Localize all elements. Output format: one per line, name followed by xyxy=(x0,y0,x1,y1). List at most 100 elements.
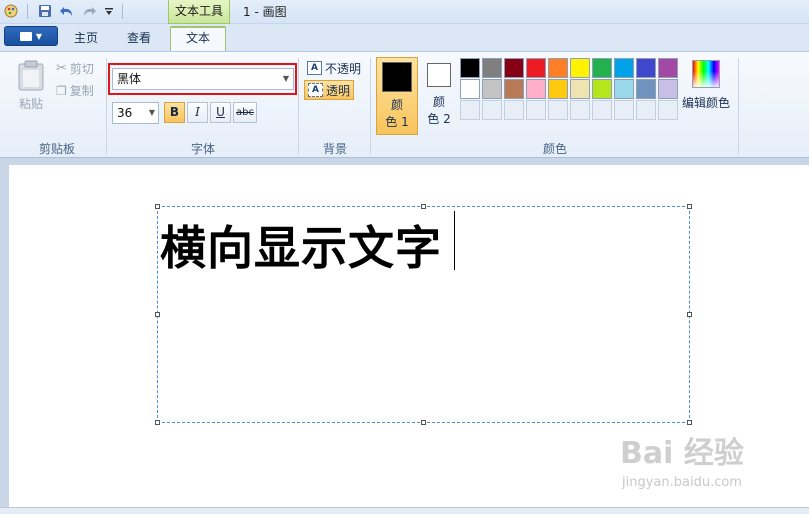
resize-handle-w[interactable] xyxy=(155,312,160,317)
save-icon[interactable] xyxy=(37,3,53,19)
palette-swatch-empty[interactable] xyxy=(570,100,590,120)
copy-icon: ❐ xyxy=(56,83,67,98)
clipboard-icon xyxy=(18,60,44,91)
color-palette xyxy=(460,58,679,120)
palette-swatch-empty[interactable] xyxy=(614,100,634,120)
chevron-down-icon: ▼ xyxy=(148,108,155,117)
color-2-button[interactable]: 颜 色 2 xyxy=(418,57,460,135)
palette-swatch[interactable] xyxy=(658,79,678,99)
resize-handle-sw[interactable] xyxy=(155,420,160,425)
palette-swatch[interactable] xyxy=(636,79,656,99)
palette-swatch[interactable] xyxy=(526,79,546,99)
color-2-swatch xyxy=(427,63,451,87)
palette-swatch-empty[interactable] xyxy=(504,100,524,120)
redo-icon[interactable] xyxy=(81,3,97,19)
palette-swatch-empty[interactable] xyxy=(636,100,656,120)
quick-access-dropdown-icon[interactable] xyxy=(101,3,117,19)
tab-view[interactable]: 查看 xyxy=(114,26,164,51)
palette-swatch[interactable] xyxy=(526,58,546,78)
palette-swatch[interactable] xyxy=(592,58,612,78)
palette-swatch-empty[interactable] xyxy=(526,100,546,120)
document-icon xyxy=(19,31,32,41)
window-title: 1 - 画图 xyxy=(243,5,287,19)
palette-swatch[interactable] xyxy=(614,58,634,78)
opaque-button[interactable]: A 不透明 xyxy=(304,58,364,78)
resize-handle-se[interactable] xyxy=(687,420,692,425)
palette-swatch[interactable] xyxy=(548,58,568,78)
title-bar: 文本工具 1 - 画图 xyxy=(0,0,809,24)
strikethrough-button[interactable]: abc xyxy=(233,102,257,123)
colors-group-label: 颜色 xyxy=(542,142,567,156)
transparent-button[interactable]: A 透明 xyxy=(304,80,355,100)
palette-swatch-empty[interactable] xyxy=(658,100,678,120)
chevron-down-icon: ▼ xyxy=(282,74,289,83)
palette-swatch[interactable] xyxy=(482,79,502,99)
resize-handle-nw[interactable] xyxy=(155,204,160,209)
color-1-swatch xyxy=(382,62,412,92)
transparent-background-icon: A xyxy=(308,83,323,97)
palette-swatch[interactable] xyxy=(658,58,678,78)
resize-handle-n[interactable] xyxy=(421,204,426,209)
font-family-select[interactable]: 黑体 ▼ xyxy=(112,68,294,90)
paint-app-icon[interactable] xyxy=(3,3,19,19)
resize-handle-s[interactable] xyxy=(421,420,426,425)
palette-swatch-empty[interactable] xyxy=(548,100,568,120)
ribbon-tab-row: ▼ 主页 查看 文本 xyxy=(0,24,809,51)
clipboard-group-label: 剪贴板 xyxy=(38,142,75,156)
canvas-text[interactable]: 横向显示文字 xyxy=(160,212,442,278)
palette-swatch[interactable] xyxy=(592,79,612,99)
chevron-down-icon: ▼ xyxy=(35,31,43,41)
copy-label: 复制 xyxy=(69,84,94,98)
palette-swatch-empty[interactable] xyxy=(482,100,502,120)
copy-button[interactable]: ❐ 复制 xyxy=(56,82,94,99)
opaque-label: 不透明 xyxy=(325,61,362,76)
cut-button[interactable]: ✂ 剪切 xyxy=(56,60,94,77)
tab-text[interactable]: 文本 xyxy=(170,26,226,51)
opaque-background-icon: A xyxy=(307,61,322,75)
text-tools-context-label: 文本工具 xyxy=(168,0,230,24)
resize-handle-e[interactable] xyxy=(687,312,692,317)
font-group-label: 字体 xyxy=(190,142,215,156)
palette-swatch-empty[interactable] xyxy=(460,100,480,120)
color-spectrum-icon xyxy=(692,60,720,88)
watermark-brand: Bai 经验 xyxy=(620,436,744,471)
palette-swatch[interactable] xyxy=(460,79,480,99)
color-2-label-b: 色 2 xyxy=(427,112,451,126)
paste-button[interactable]: 粘贴 xyxy=(16,60,46,112)
undo-icon[interactable] xyxy=(59,3,75,19)
palette-swatch[interactable] xyxy=(570,58,590,78)
color-1-button[interactable]: 颜 色 1 xyxy=(376,57,418,135)
background-group-label: 背景 xyxy=(322,142,347,156)
font-family-value: 黑体 xyxy=(117,72,142,86)
palette-swatch[interactable] xyxy=(504,58,524,78)
underline-button[interactable]: U xyxy=(210,102,231,123)
paste-label: 粘贴 xyxy=(18,97,43,111)
palette-swatch[interactable] xyxy=(460,58,480,78)
tab-home[interactable]: 主页 xyxy=(62,26,110,51)
scissors-icon: ✂ xyxy=(56,61,67,76)
palette-swatch[interactable] xyxy=(548,79,568,99)
edit-colors-button[interactable]: 编辑颜色 xyxy=(680,58,732,111)
palette-swatch[interactable] xyxy=(504,79,524,99)
watermark-url: jingyan.baidu.com xyxy=(622,475,742,490)
palette-swatch[interactable] xyxy=(614,79,634,99)
palette-swatch[interactable] xyxy=(570,79,590,99)
cut-label: 剪切 xyxy=(69,62,94,76)
font-size-select[interactable]: 36 ▼ xyxy=(112,102,159,124)
palette-swatch-empty[interactable] xyxy=(592,100,612,120)
palette-swatch[interactable] xyxy=(482,58,502,78)
color-1-label-a: 颜 xyxy=(390,98,403,112)
color-2-label-a: 颜 xyxy=(432,95,445,109)
text-caret xyxy=(454,211,455,270)
font-size-value: 36 xyxy=(117,106,133,120)
bold-button[interactable]: B xyxy=(164,102,185,123)
palette-swatch[interactable] xyxy=(636,58,656,78)
italic-button[interactable]: I xyxy=(187,102,208,123)
transparent-label: 透明 xyxy=(326,83,351,98)
edit-colors-label: 编辑颜色 xyxy=(681,96,730,110)
color-1-label-b: 色 1 xyxy=(385,115,409,129)
status-strip xyxy=(0,507,809,514)
resize-handle-ne[interactable] xyxy=(687,204,692,209)
file-menu-button[interactable]: ▼ xyxy=(4,26,58,46)
ribbon: 粘贴 ✂ 剪切 ❐ 复制 剪贴板 黑体 ▼ 36 ▼ B I U abc 字体 … xyxy=(0,51,809,158)
